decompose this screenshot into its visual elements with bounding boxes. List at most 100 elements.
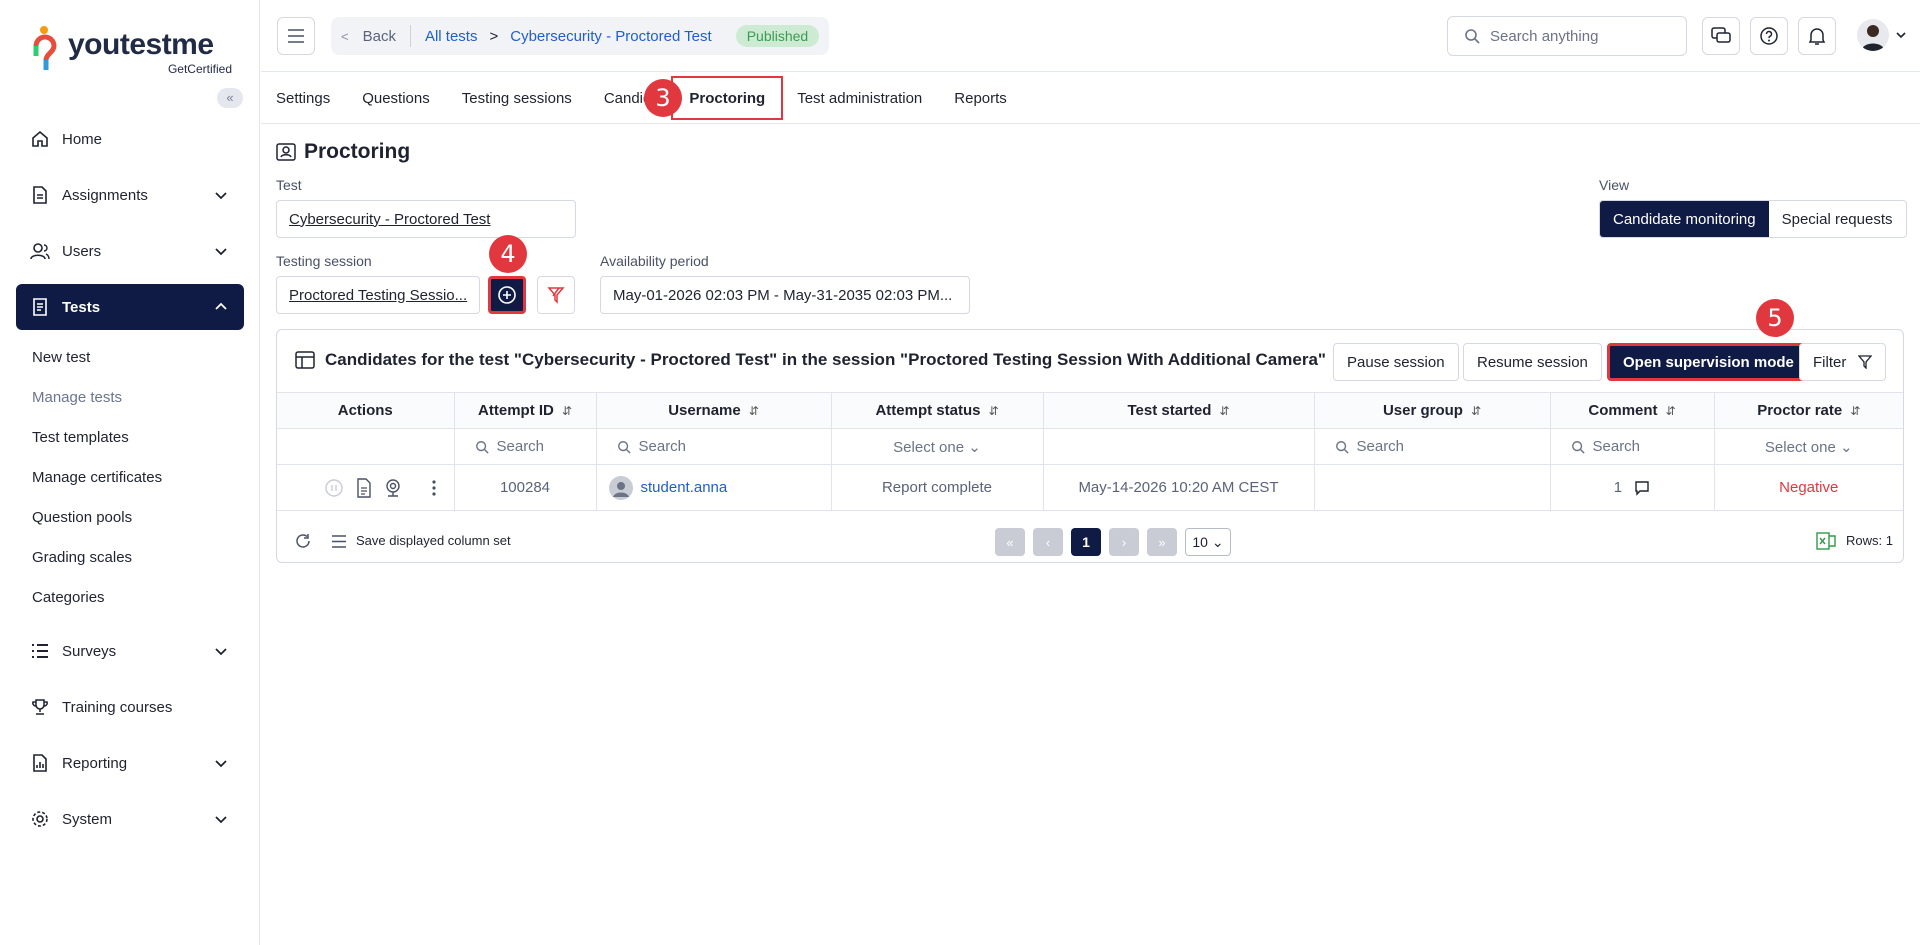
add-session-button[interactable] (488, 276, 526, 314)
next-page-button[interactable]: › (1109, 528, 1139, 556)
column-set-icon[interactable] (331, 535, 347, 548)
search-icon (1465, 29, 1480, 44)
sort-icon[interactable]: ⇵ (749, 404, 759, 418)
document-icon (30, 185, 50, 205)
notifications-button[interactable] (1798, 17, 1836, 55)
rows-per-page-select[interactable]: 10 ⌄ (1185, 528, 1231, 556)
column-header-actions: Actions (277, 392, 455, 429)
global-search-input[interactable]: Search anything (1447, 16, 1687, 56)
search-icon (617, 440, 631, 454)
pause-session-button[interactable]: Pause session (1333, 343, 1459, 381)
view-candidate-monitoring-button[interactable]: Candidate monitoring (1600, 201, 1769, 237)
sidebar-item-tests[interactable]: Tests (16, 284, 244, 330)
subnav-question-pools[interactable]: Question pools (16, 498, 244, 538)
column-header-attempt-id[interactable]: Attempt ID ⇵ (453, 392, 597, 429)
sidebar-item-users[interactable]: Users (16, 228, 244, 274)
subnav-test-templates[interactable]: Test templates (16, 418, 244, 458)
breadcrumb: < Back All tests > Cybersecurity - Procto… (331, 17, 830, 55)
sidebar-item-surveys[interactable]: Surveys (16, 628, 244, 674)
cell-username[interactable]: student.anna (595, 464, 832, 511)
clear-filter-button[interactable] (537, 276, 575, 314)
sidebar-item-label: Reporting (62, 754, 128, 772)
sidebar-item-training-courses[interactable]: Training courses (16, 684, 244, 730)
view-label: View (1599, 177, 1630, 193)
sidebar-item-assignments[interactable]: Assignments (16, 172, 244, 218)
breadcrumb-current-test[interactable]: Cybersecurity - Proctored Test (510, 28, 711, 45)
webcam-icon[interactable] (384, 478, 402, 498)
refresh-icon[interactable] (294, 533, 312, 551)
column-header-comment[interactable]: Comment ⇵ (1549, 392, 1715, 429)
tab-proctoring[interactable]: Proctoring (671, 76, 784, 120)
sidebar-item-home[interactable]: Home (16, 116, 244, 162)
testing-session-field[interactable]: Proctored Testing Sessio... (276, 276, 480, 314)
column-header-attempt-status[interactable]: Attempt status ⇵ (830, 392, 1044, 429)
filter-clear-icon (547, 287, 565, 304)
filter-comment[interactable]: Search (1549, 428, 1715, 465)
tab-testing-sessions[interactable]: Testing sessions (462, 73, 572, 123)
view-special-requests-button[interactable]: Special requests (1769, 201, 1906, 237)
sidebar-item-reporting[interactable]: Reporting (16, 740, 244, 786)
column-header-proctor-rate[interactable]: Proctor rate ⇵ (1713, 392, 1903, 429)
tab-test-administration[interactable]: Test administration (797, 73, 922, 123)
filter-button[interactable]: Filter (1799, 343, 1887, 381)
subnav-new-test[interactable]: New test (16, 338, 244, 378)
sort-icon[interactable]: ⇵ (988, 404, 998, 418)
tab-questions[interactable]: Questions (362, 73, 430, 123)
filter-attempt-id[interactable]: Search (453, 428, 597, 465)
table-footer: Save displayed column set « ‹ 1 › » 10 ⌄… (277, 518, 1903, 563)
subnav-categories[interactable]: Categories (16, 578, 244, 618)
filter-proctor-rate[interactable]: Select one ⌄ (1713, 428, 1903, 465)
filter-user-group[interactable]: Search (1313, 428, 1551, 465)
save-column-set-link[interactable]: Save displayed column set (356, 533, 511, 548)
report-icon[interactable] (356, 477, 372, 498)
sort-icon[interactable]: ⇵ (1219, 404, 1229, 418)
sidebar-item-system[interactable]: System (16, 796, 244, 842)
tests-submenu: New test Manage tests Test templates Man… (16, 338, 244, 618)
status-badge: Published (735, 25, 820, 47)
sort-icon[interactable]: ⇵ (1471, 404, 1481, 418)
user-avatar[interactable] (1857, 19, 1889, 51)
help-button[interactable] (1750, 17, 1788, 55)
filter-username[interactable]: Search (595, 428, 832, 465)
sidebar-item-label: Training courses (62, 698, 173, 716)
page-number-button[interactable]: 1 (1071, 528, 1101, 556)
pause-icon[interactable] (324, 478, 344, 498)
subnav-manage-certificates[interactable]: Manage certificates (16, 458, 244, 498)
cell-comment[interactable]: 1 (1549, 464, 1715, 511)
comment-icon[interactable] (1634, 480, 1650, 496)
prev-page-button[interactable]: ‹ (1033, 528, 1063, 556)
list-icon (30, 641, 50, 661)
chevron-down-icon: ⌄ (1839, 438, 1853, 456)
collapse-sidebar-button[interactable]: « (217, 88, 243, 108)
excel-export-icon[interactable] (1816, 532, 1836, 550)
column-header-user-group[interactable]: User group ⇵ (1313, 392, 1551, 429)
sort-icon[interactable]: ⇵ (562, 404, 572, 418)
report-icon (30, 753, 50, 773)
breadcrumb-all-tests[interactable]: All tests (425, 28, 478, 45)
tab-reports[interactable]: Reports (954, 73, 1007, 123)
menu-button[interactable] (277, 17, 315, 55)
cell-proctor-rate: Negative (1713, 464, 1903, 511)
more-vertical-icon[interactable] (431, 479, 436, 497)
tab-settings[interactable]: Settings (276, 73, 330, 123)
chat-button[interactable] (1702, 17, 1740, 55)
column-header-username[interactable]: Username ⇵ (595, 392, 832, 429)
test-field[interactable]: Cybersecurity - Proctored Test (276, 200, 576, 238)
chevron-down-icon[interactable] (1895, 30, 1907, 40)
open-supervision-mode-button[interactable]: Open supervision mode (1607, 343, 1810, 381)
sidebar-item-label: Home (62, 130, 103, 148)
first-page-button[interactable]: « (995, 528, 1025, 556)
sort-icon[interactable]: ⇵ (1666, 404, 1676, 418)
avatar (608, 475, 633, 500)
sort-icon[interactable]: ⇵ (1850, 404, 1860, 418)
last-page-button[interactable]: » (1147, 528, 1177, 556)
filter-attempt-status[interactable]: Select one ⌄ (830, 428, 1044, 465)
resume-session-button[interactable]: Resume session (1463, 343, 1602, 381)
back-button[interactable]: < Back (341, 25, 411, 47)
subnav-grading-scales[interactable]: Grading scales (16, 538, 244, 578)
chevron-down-icon (215, 192, 227, 200)
column-header-test-started[interactable]: Test started ⇵ (1042, 392, 1315, 429)
logo[interactable]: youtestme GetCertified (32, 22, 232, 78)
hamburger-icon (288, 29, 304, 43)
subnav-manage-tests[interactable]: Manage tests (16, 378, 244, 418)
